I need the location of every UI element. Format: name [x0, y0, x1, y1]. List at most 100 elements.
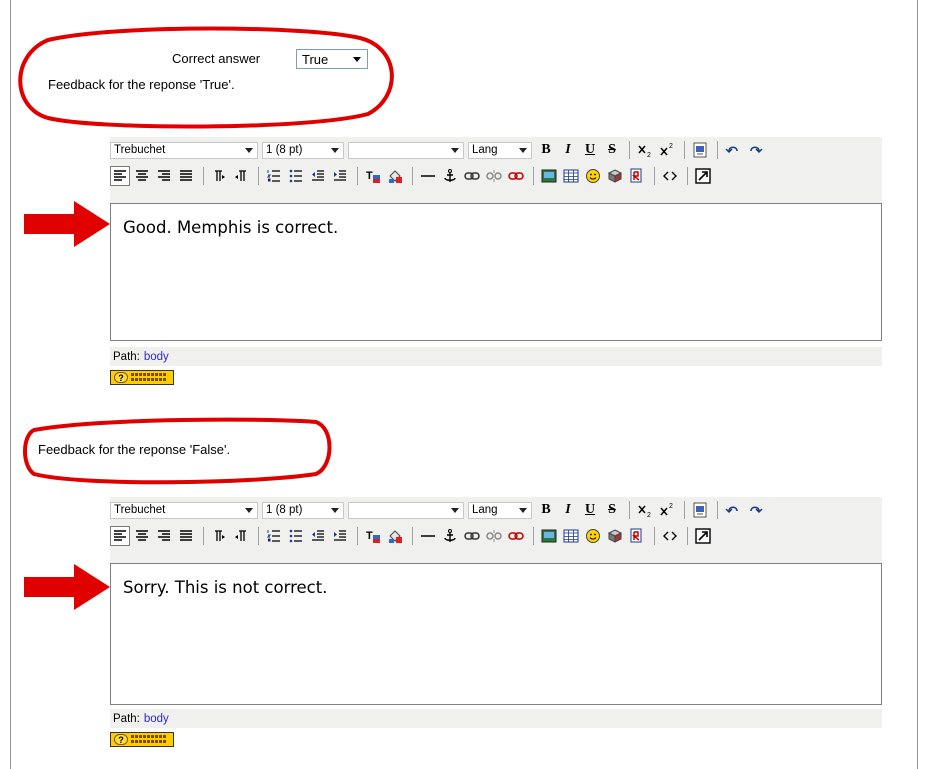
strikethrough-button[interactable]: S: [602, 140, 622, 160]
toolbar-separator: [258, 167, 259, 185]
font-size-select[interactable]: 1 (8 pt): [262, 141, 344, 159]
nolink-button[interactable]: [506, 166, 526, 186]
anchor-button[interactable]: [440, 526, 460, 546]
style-select[interactable]: [348, 141, 464, 159]
link-button[interactable]: [462, 526, 482, 546]
subscript-button[interactable]: 2: [635, 500, 655, 520]
subscript-icon: 2: [638, 145, 651, 158]
anchor-button[interactable]: [440, 166, 460, 186]
horizontal-rule-button[interactable]: [418, 526, 438, 546]
subscript-button[interactable]: 2: [635, 140, 655, 160]
lang-select[interactable]: Lang: [468, 501, 532, 519]
chevron-down-icon: [245, 147, 253, 153]
align-center-button[interactable]: [132, 526, 152, 546]
text-color-button[interactable]: T: [363, 526, 383, 546]
fullscreen-button[interactable]: [693, 166, 713, 186]
background-color-button[interactable]: [385, 526, 405, 546]
toolbar-separator: [203, 527, 204, 545]
align-center-button[interactable]: [132, 166, 152, 186]
html-source-button[interactable]: [660, 166, 680, 186]
align-right-icon: [158, 170, 170, 181]
rtl-button[interactable]: [231, 166, 251, 186]
insert-table-button[interactable]: [561, 166, 581, 186]
background-color-button[interactable]: [385, 166, 405, 186]
unlink-button[interactable]: [484, 166, 504, 186]
keyboard-help-button[interactable]: ?: [110, 732, 174, 747]
insert-table-button[interactable]: [561, 526, 581, 546]
smiley-button[interactable]: [583, 526, 603, 546]
fullscreen-button[interactable]: [693, 526, 713, 546]
svg-text:T: T: [366, 170, 373, 182]
nolink-button[interactable]: [506, 526, 526, 546]
underline-button[interactable]: U: [580, 140, 600, 160]
insert-image-button[interactable]: [539, 526, 559, 546]
ordered-list-button[interactable]: [264, 526, 284, 546]
justify-button[interactable]: [176, 526, 196, 546]
ltr-button[interactable]: [209, 166, 229, 186]
svg-text:2: 2: [669, 143, 673, 150]
redo-button[interactable]: [745, 140, 765, 160]
indent-button[interactable]: [330, 166, 350, 186]
text-color-button[interactable]: T: [363, 166, 383, 186]
justify-icon: [180, 530, 192, 541]
paste-word-button[interactable]: [690, 500, 710, 520]
ordered-list-button[interactable]: [264, 166, 284, 186]
font-size-select[interactable]: 1 (8 pt): [262, 501, 344, 519]
font-family-select[interactable]: Trebuchet: [110, 501, 258, 519]
html-source-button[interactable]: [660, 526, 680, 546]
search-replace-icon: [630, 168, 642, 183]
bold-button[interactable]: B: [536, 500, 556, 520]
underline-button[interactable]: U: [580, 500, 600, 520]
align-left-button[interactable]: [110, 166, 130, 186]
unlink-button[interactable]: [484, 526, 504, 546]
indent-button[interactable]: [330, 526, 350, 546]
redo-button[interactable]: [745, 500, 765, 520]
paste-word-button[interactable]: [690, 140, 710, 160]
path-body-link[interactable]: body: [144, 713, 169, 725]
unordered-list-button[interactable]: [286, 526, 306, 546]
italic-button[interactable]: I: [558, 500, 578, 520]
special-char-button[interactable]: [605, 526, 625, 546]
toolbar-separator: [654, 527, 655, 545]
path-body-link[interactable]: body: [144, 351, 169, 363]
superscript-icon: 2: [660, 503, 673, 516]
outdent-button[interactable]: [308, 526, 328, 546]
feedback-true-textarea[interactable]: Good. Memphis is correct.: [110, 203, 882, 341]
annotation-arrow: [24, 564, 110, 610]
subscript-icon: 2: [638, 505, 651, 518]
fullscreen-icon: [695, 168, 711, 184]
ltr-button[interactable]: [209, 526, 229, 546]
italic-button[interactable]: I: [558, 140, 578, 160]
keyboard-icon: [131, 735, 167, 744]
horizontal-rule-button[interactable]: [418, 166, 438, 186]
keyboard-help-button[interactable]: ?: [110, 370, 174, 385]
superscript-button[interactable]: 2: [657, 140, 677, 160]
align-left-button[interactable]: [110, 526, 130, 546]
strikethrough-button[interactable]: S: [602, 500, 622, 520]
undo-button[interactable]: [723, 140, 743, 160]
style-select[interactable]: [348, 501, 464, 519]
rtl-button[interactable]: [231, 526, 251, 546]
unordered-list-button[interactable]: [286, 166, 306, 186]
font-family-select[interactable]: Trebuchet: [110, 141, 258, 159]
insert-image-button[interactable]: [539, 166, 559, 186]
chevron-down-icon: [451, 147, 459, 153]
justify-button[interactable]: [176, 166, 196, 186]
outdent-button[interactable]: [308, 166, 328, 186]
keyboard-icon: [131, 373, 167, 382]
feedback-false-textarea[interactable]: Sorry. This is not correct.: [110, 563, 882, 705]
bold-button[interactable]: B: [536, 140, 556, 160]
link-button[interactable]: [462, 166, 482, 186]
search-replace-button[interactable]: [627, 526, 647, 546]
search-replace-button[interactable]: [627, 166, 647, 186]
editor-toolbar: Trebuchet 1 (8 pt) Lang B I U S 2 2 T: [110, 137, 882, 203]
lang-select[interactable]: Lang: [468, 141, 532, 159]
superscript-button[interactable]: 2: [657, 500, 677, 520]
unordered-list-icon: [289, 169, 302, 183]
special-char-button[interactable]: [605, 166, 625, 186]
align-right-button[interactable]: [154, 166, 174, 186]
undo-button[interactable]: [723, 500, 743, 520]
smiley-button[interactable]: [583, 166, 603, 186]
align-right-button[interactable]: [154, 526, 174, 546]
ordered-list-icon: [266, 170, 280, 182]
